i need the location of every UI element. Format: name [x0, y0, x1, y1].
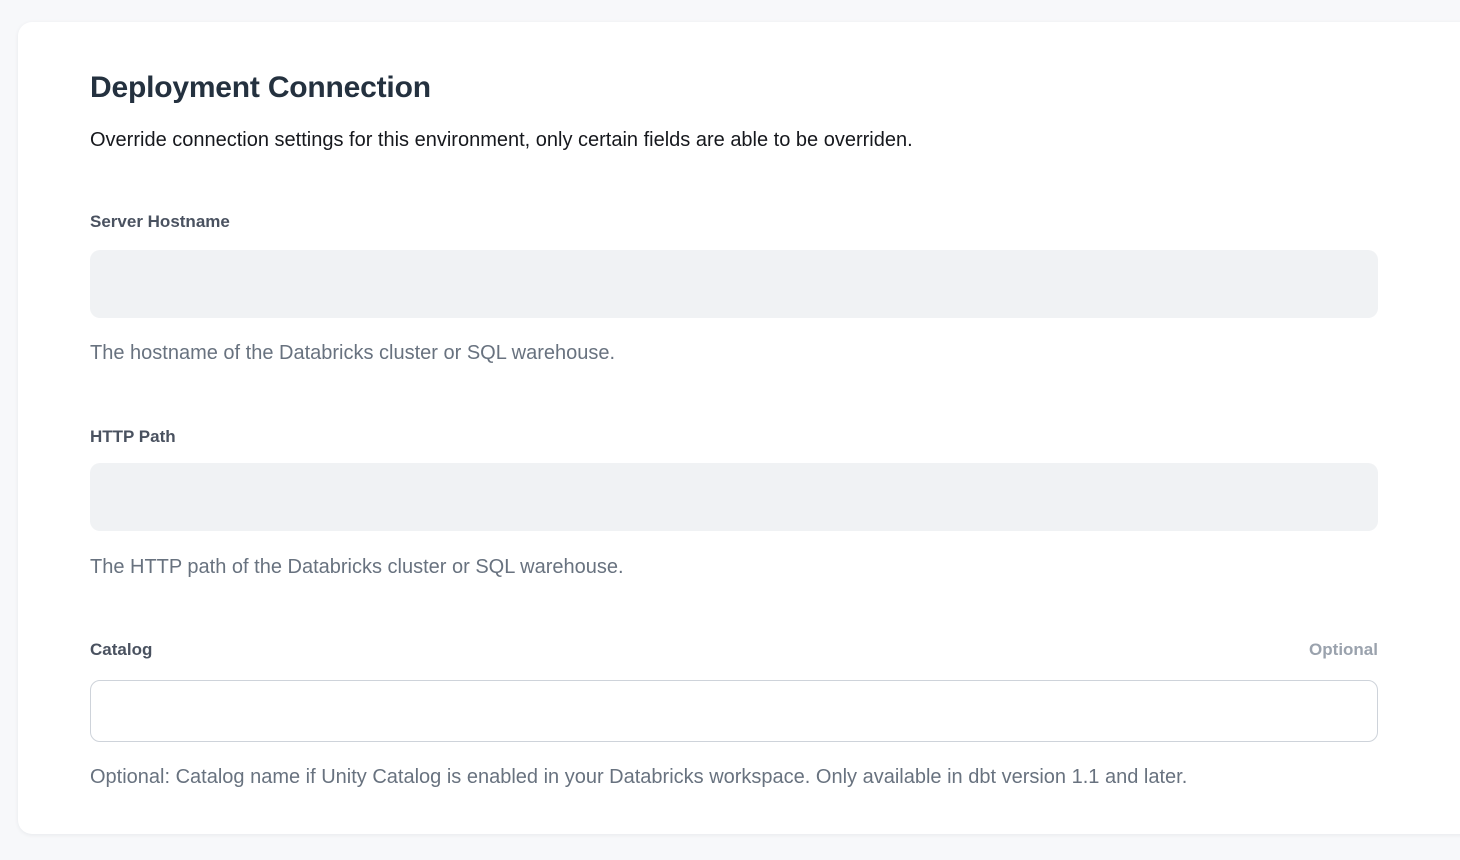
catalog-input[interactable] [90, 680, 1378, 742]
field-http-path: HTTP Path The HTTP path of the Databrick… [90, 425, 1378, 580]
catalog-label: Catalog [90, 638, 152, 661]
card-content: Deployment Connection Override connectio… [18, 22, 1378, 790]
deployment-connection-card: Deployment Connection Override connectio… [18, 22, 1460, 834]
page-subtitle: Override connection settings for this en… [90, 127, 1378, 153]
http-path-input[interactable] [90, 463, 1378, 531]
page-title: Deployment Connection [90, 68, 1378, 108]
server-hostname-label-row: Server Hostname [90, 210, 1378, 233]
http-path-label-row: HTTP Path [90, 425, 1378, 448]
catalog-optional-badge: Optional [1309, 638, 1378, 661]
http-path-label: HTTP Path [90, 425, 176, 448]
http-path-help: The HTTP path of the Databricks cluster … [90, 554, 1378, 580]
field-catalog: Catalog Optional Optional: Catalog name … [90, 638, 1378, 790]
field-server-hostname: Server Hostname The hostname of the Data… [90, 210, 1378, 366]
page: { "form": { "title": "Deployment Connect… [0, 0, 1460, 860]
catalog-label-row: Catalog Optional [90, 638, 1378, 661]
server-hostname-help: The hostname of the Databricks cluster o… [90, 340, 1378, 366]
catalog-help: Optional: Catalog name if Unity Catalog … [90, 764, 1378, 790]
server-hostname-label: Server Hostname [90, 210, 230, 233]
server-hostname-input[interactable] [90, 250, 1378, 318]
